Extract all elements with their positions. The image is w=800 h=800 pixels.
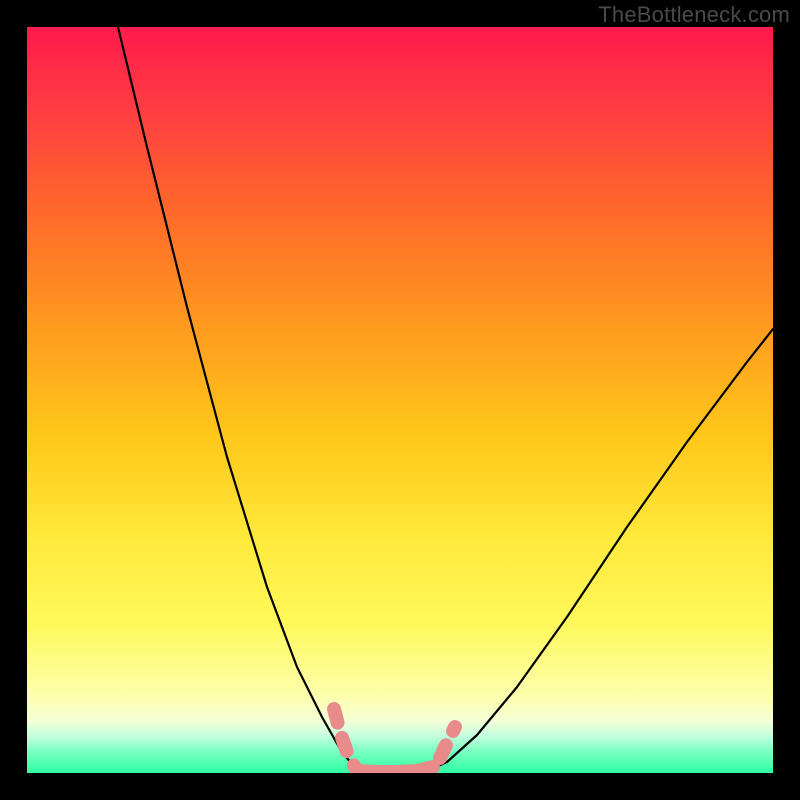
series-dash-left [334,709,357,771]
series-right-branch [427,329,773,771]
series-left-branch [118,27,357,771]
series-dash-right [440,727,455,758]
plot-area [27,27,773,773]
curve-layer [27,27,773,773]
watermark-text: TheBottleneck.com [598,2,790,28]
series-dash-bottom [357,767,433,772]
chart-frame: TheBottleneck.com [0,0,800,800]
